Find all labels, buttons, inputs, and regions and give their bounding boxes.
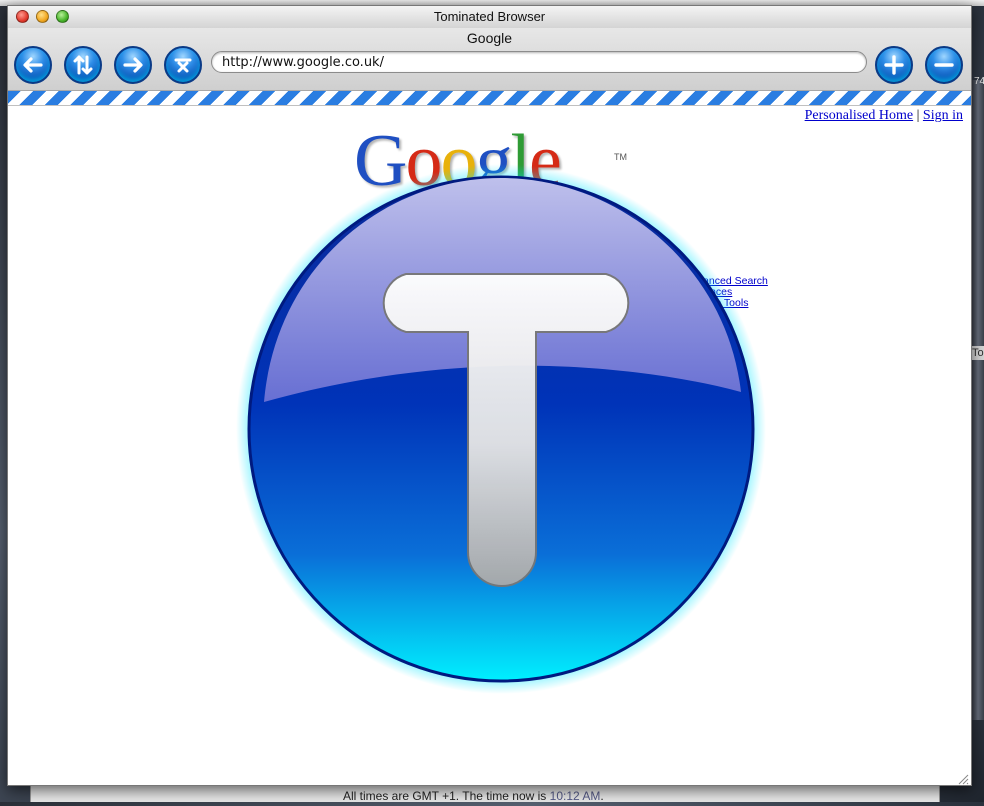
window-title: Tominated Browser — [433, 9, 546, 24]
close-window-button[interactable] — [16, 10, 29, 23]
stop-button[interactable] — [164, 46, 202, 84]
zoom-out-button[interactable] — [925, 46, 963, 84]
background-forum-footer: All times are GMT +1. The time now is 10… — [30, 786, 940, 803]
trademark-mark: TM — [614, 152, 627, 162]
plus-icon — [884, 55, 904, 75]
background-footer-text: All times are GMT +1. The time now is — [343, 789, 547, 803]
background-window-edge — [972, 80, 984, 720]
browser-window: Tominated Browser Google http://www.goog… — [7, 5, 972, 786]
background-edge-number: 74 — [974, 76, 984, 87]
arrow-right-icon — [123, 57, 143, 73]
personalised-home-link[interactable]: Personalised Home — [805, 108, 913, 123]
resize-grip-icon[interactable] — [957, 773, 969, 785]
reload-button[interactable] — [64, 46, 102, 84]
minus-icon — [934, 63, 954, 67]
sign-in-link[interactable]: Sign in — [923, 108, 963, 123]
top-links: Personalised Home | Sign in — [805, 108, 963, 124]
background-footer-time: 10:12 AM — [549, 789, 601, 803]
page-title: Google — [466, 30, 513, 46]
reload-arrows-icon — [73, 55, 93, 75]
loading-stripe-bar — [8, 91, 971, 106]
tominated-logo-icon — [236, 164, 766, 694]
minimize-window-button[interactable] — [36, 10, 49, 23]
forward-button[interactable] — [114, 46, 152, 84]
zoom-in-button[interactable] — [875, 46, 913, 84]
link-separator: | — [916, 108, 920, 123]
close-x-icon — [174, 58, 192, 73]
arrow-left-icon — [23, 57, 43, 73]
background-edge-tab: To — [972, 346, 984, 360]
url-field[interactable]: http://www.google.co.uk/ — [211, 51, 867, 73]
toolbar: Google http://www.google.co.uk/ — [8, 28, 971, 91]
zoom-window-button[interactable] — [56, 10, 69, 23]
title-bar[interactable]: Tominated Browser — [8, 6, 971, 28]
back-button[interactable] — [14, 46, 52, 84]
page-content: Personalised Home | Sign in Google TM dv… — [8, 106, 971, 785]
